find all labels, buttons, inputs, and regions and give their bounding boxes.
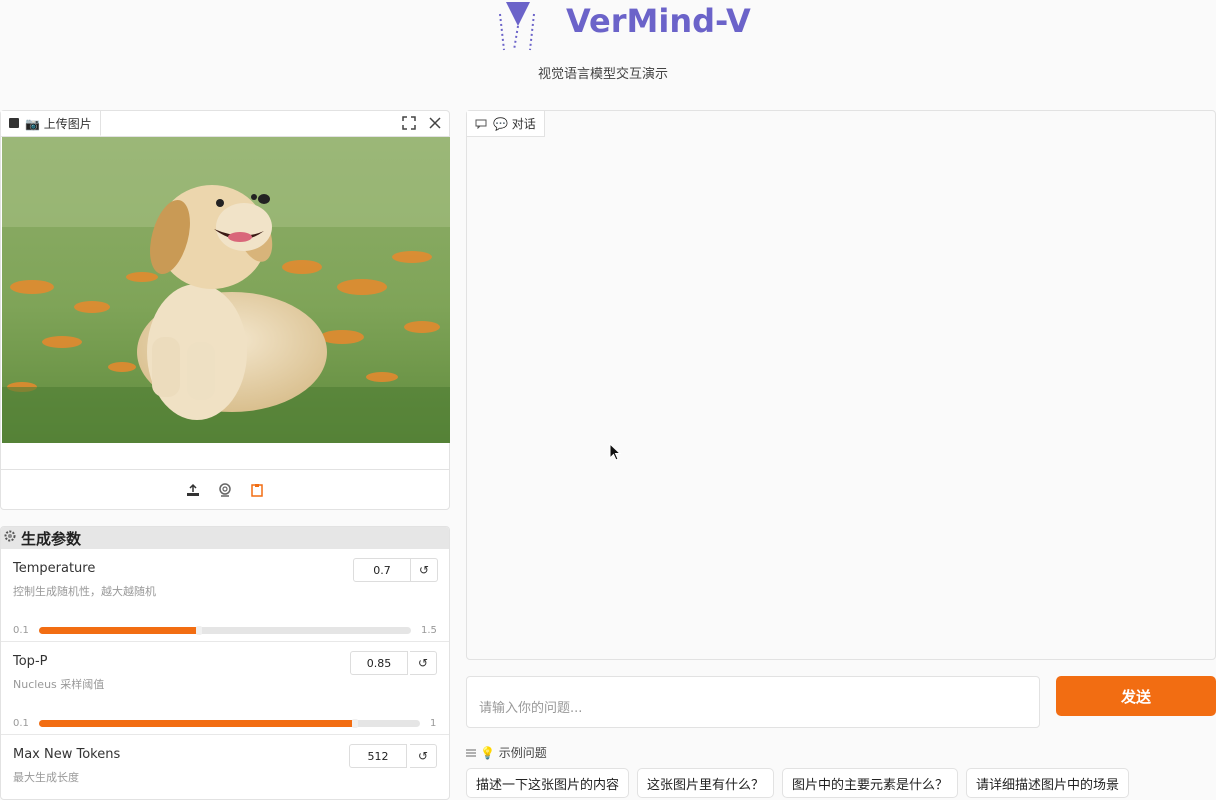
upload-tab-label: 📷 上传图片 bbox=[25, 116, 92, 131]
chat-tab-label: 💬 对话 bbox=[493, 117, 536, 131]
send-button[interactable]: 发送 bbox=[1056, 676, 1216, 716]
reset-icon[interactable]: ↺ bbox=[410, 651, 437, 675]
chat-panel: 💬 对话 bbox=[466, 110, 1216, 660]
slider-fill bbox=[39, 627, 199, 634]
panel-actions bbox=[399, 113, 445, 133]
top-p-input[interactable]: 0.85 bbox=[350, 651, 408, 675]
fullscreen-icon[interactable] bbox=[399, 113, 419, 133]
range-max: 1.5 bbox=[421, 625, 437, 636]
param-label: Top-P bbox=[13, 654, 48, 669]
upload-icon[interactable] bbox=[183, 480, 203, 500]
param-desc: 最大生成长度 bbox=[13, 771, 79, 784]
app-title: VerMind-V bbox=[566, 2, 751, 40]
param-desc: 控制生成随机性，越大越随机 bbox=[13, 585, 156, 598]
uploaded-image bbox=[2, 137, 450, 443]
generation-params-panel: 生成参数 Temperature 控制生成随机性，越大越随机 0.7 ↺ 0.1… bbox=[0, 526, 450, 800]
image-source-bar bbox=[1, 469, 449, 509]
range-min: 0.1 bbox=[13, 718, 29, 729]
param-top-p: Top-P Nucleus 采样阈值 0.85 ↺ 0.1 1 bbox=[1, 642, 449, 735]
example-chip[interactable]: 请详细描述图片中的场景 bbox=[966, 768, 1130, 798]
question-input[interactable]: 请输入你的问题... bbox=[466, 676, 1040, 728]
image-icon bbox=[9, 118, 19, 128]
reset-icon[interactable]: ↺ bbox=[410, 744, 437, 768]
tab-upload-image[interactable]: 📷 上传图片 bbox=[1, 111, 101, 136]
tab-chat[interactable]: 💬 对话 bbox=[467, 111, 545, 137]
top-p-slider[interactable] bbox=[39, 719, 420, 728]
clipboard-icon[interactable] bbox=[247, 480, 267, 500]
image-upload-panel[interactable]: 📷 上传图片 bbox=[0, 110, 450, 510]
example-chips: 描述一下这张图片的内容 这张图片里有什么？ 图片中的主要元素是什么？ 请详细描述… bbox=[466, 768, 1130, 798]
temperature-slider[interactable] bbox=[39, 626, 411, 635]
close-icon[interactable] bbox=[425, 113, 445, 133]
example-chip[interactable]: 这张图片里有什么？ bbox=[637, 768, 775, 798]
param-label: Max New Tokens bbox=[13, 747, 121, 762]
slider-thumb[interactable] bbox=[352, 719, 359, 728]
max-new-tokens-input[interactable]: 512 bbox=[349, 744, 407, 768]
params-header[interactable]: 生成参数 bbox=[1, 527, 449, 549]
logo-icon bbox=[499, 2, 535, 51]
param-desc: Nucleus 采样阈值 bbox=[13, 678, 105, 691]
reset-icon[interactable]: ↺ bbox=[411, 558, 438, 582]
example-chip[interactable]: 图片中的主要元素是什么？ bbox=[782, 768, 959, 798]
slider-thumb[interactable] bbox=[195, 626, 202, 635]
temperature-input[interactable]: 0.7 bbox=[353, 558, 411, 582]
list-icon bbox=[466, 749, 476, 756]
slider-fill bbox=[39, 720, 356, 727]
chat-icon bbox=[475, 119, 487, 129]
param-label: Temperature bbox=[13, 561, 96, 576]
param-temperature: Temperature 控制生成随机性，越大越随机 0.7 ↺ 0.1 1.5 bbox=[1, 549, 449, 642]
app-header: VerMind-V 视觉语言模型交互演示 bbox=[0, 0, 1216, 100]
examples-header: 💡 示例问题 bbox=[466, 744, 547, 761]
gear-icon bbox=[3, 529, 17, 547]
example-chip[interactable]: 描述一下这张图片的内容 bbox=[466, 768, 630, 798]
mouse-cursor-icon bbox=[609, 443, 621, 461]
range-max: 1 bbox=[430, 718, 437, 729]
range-min: 0.1 bbox=[13, 625, 29, 636]
param-max-new-tokens: Max New Tokens 最大生成长度 512 ↺ bbox=[1, 735, 449, 799]
examples-title: 💡 示例问题 bbox=[480, 746, 547, 760]
webcam-icon[interactable] bbox=[215, 480, 235, 500]
params-title: 生成参数 bbox=[21, 529, 82, 548]
app-subtitle: 视觉语言模型交互演示 bbox=[538, 67, 669, 82]
